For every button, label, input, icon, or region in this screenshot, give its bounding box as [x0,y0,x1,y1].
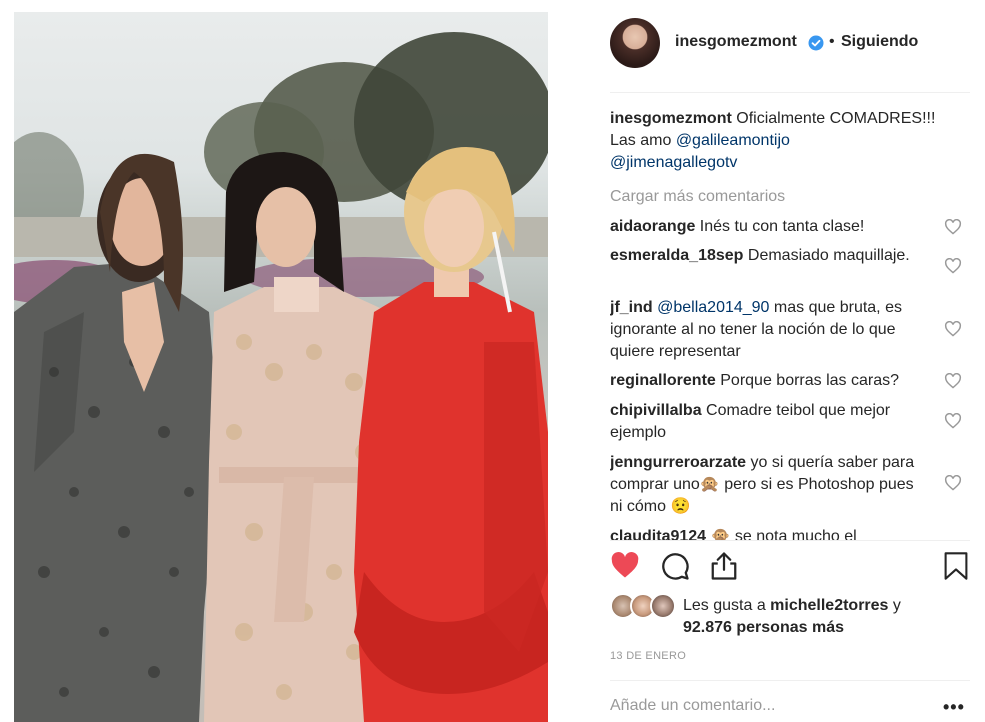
comment-username[interactable]: reginallorente [610,372,716,389]
likes-prefix: Les gusta a [683,597,771,614]
verified-badge-icon [808,35,824,51]
author-avatar[interactable] [610,18,660,68]
post-date[interactable]: 13 DE ENERO [610,650,686,662]
caption-username[interactable]: inesgomezmont [610,110,732,127]
header-divider [610,92,970,93]
caption-mention-jimenagallegotv[interactable]: @jimenagallegotv [610,154,737,171]
comment-like-heart-icon[interactable] [944,321,962,337]
actions-divider [610,540,970,541]
comment-item: jf_ind @bella2014_90 mas que bruta, es i… [610,297,928,363]
share-icon[interactable] [709,551,739,581]
comment-item: aidaorange Inés tu con tanta clase! [610,216,928,238]
comment-icon[interactable] [660,551,690,581]
liker-avatar[interactable] [650,593,676,619]
comment-like-heart-icon[interactable] [944,258,962,274]
post-photo[interactable] [14,12,548,722]
caption: inesgomezmont Oficialmente COMADRES!!! L… [610,108,940,174]
comment-username[interactable]: jenngurreroarzate [610,454,746,471]
bookmark-icon[interactable] [942,551,970,581]
more-options-button[interactable]: ••• [943,697,965,718]
comment-text: Demasiado maquillaje. [743,247,910,264]
likes-count[interactable]: 92.876 personas más [683,619,844,636]
comment-item: chipivillalba Comadre teibol que mejor e… [610,400,928,444]
comment-box-divider [610,680,970,681]
comment-like-heart-icon[interactable] [944,413,962,429]
like-heart-icon[interactable] [610,551,640,579]
comment-item: jenngurreroarzate yo si quería saber par… [610,452,928,518]
caption-mention-galileamontijo[interactable]: @galileamontijo [676,132,790,149]
comment-mention[interactable]: @bella2014_90 [653,299,769,316]
comment-like-heart-icon[interactable] [944,219,962,235]
load-more-comments-button[interactable]: Cargar más comentarios [610,188,785,206]
comments-list[interactable]: inesgomezmont Oficialmente COMADRES!!! L… [610,108,970,540]
likes-username[interactable]: michelle2torres [770,597,888,614]
add-comment-input[interactable]: Añade un comentario... [610,697,775,715]
comment-text: 🙊 se nota mucho el [706,528,857,540]
likes-suffix: y [888,597,901,614]
comment-text: Inés tu con tanta clase! [695,218,865,235]
comment-username[interactable]: chipivillalba [610,402,702,419]
comment-username[interactable]: claudita9124 [610,528,706,540]
comment-item: reginallorente Porque borras las caras? [610,370,928,392]
comment-username[interactable]: esmeralda_18sep [610,247,743,264]
comment-item: claudita9124 🙊 se nota mucho el [610,526,928,540]
comment-username[interactable]: jf_ind [610,299,653,316]
comment-like-heart-icon[interactable] [944,373,962,389]
following-button[interactable]: Siguiendo [841,33,918,51]
comment-like-heart-icon[interactable] [944,475,962,491]
likes-text: Les gusta a michelle2torres y 92.876 pers… [683,595,983,639]
author-username[interactable]: inesgomezmont [675,33,797,51]
comment-text: Porque borras las caras? [715,372,900,389]
follow-separator: • [829,33,835,50]
post-photo-illustration [14,32,548,722]
comment-username[interactable]: aidaorange [610,218,695,235]
comment-item: esmeralda_18sep Demasiado maquillaje. [610,245,928,267]
